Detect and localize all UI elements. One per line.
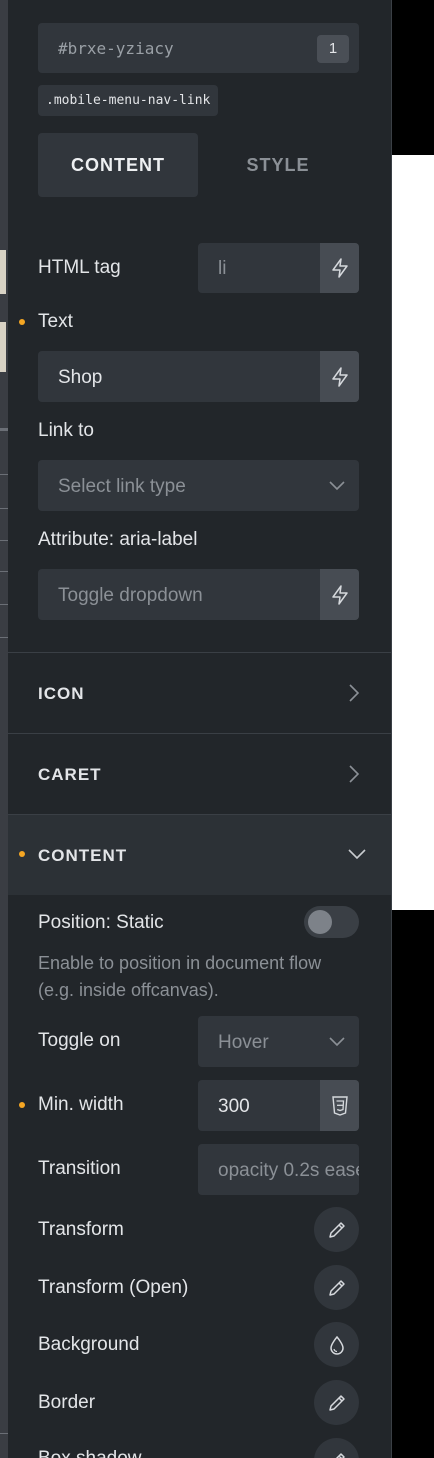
dynamic-data-button[interactable] (320, 351, 359, 402)
toggle-on-value: Hover (218, 1032, 269, 1053)
text-value: Shop (58, 367, 103, 388)
element-settings-panel: #brxe-yziacy 1 .mobile-menu-nav-link CON… (8, 0, 392, 1458)
element-id: #brxe-yziacy (58, 39, 174, 58)
canvas-mark (0, 604, 8, 605)
html-tag-label: HTML tag (38, 257, 121, 278)
section-title: CONTENT (38, 846, 128, 865)
position-label: Position: Static (38, 912, 164, 933)
section-content[interactable]: CONTENT (8, 815, 391, 895)
canvas-mark (0, 474, 8, 475)
section-title: CARET (38, 765, 102, 784)
dynamic-data-button[interactable] (320, 243, 359, 293)
canvas-block (0, 250, 6, 294)
transform-open-label: Transform (Open) (38, 1277, 189, 1298)
min-width-label: Min. width (38, 1094, 124, 1115)
transition-input[interactable]: opacity 0.2s ease (198, 1144, 359, 1195)
chevron-right-icon (349, 765, 360, 783)
modified-indicator (19, 319, 25, 325)
transform-label: Transform (38, 1219, 124, 1240)
box-shadow-edit-button[interactable] (314, 1438, 359, 1458)
border-label: Border (38, 1392, 96, 1413)
class-chip[interactable]: .mobile-menu-nav-link (38, 85, 219, 116)
min-width-value: 300 (218, 1096, 250, 1117)
transform-edit-button[interactable] (314, 1207, 359, 1252)
section-caret[interactable]: CARET (8, 734, 391, 814)
pencil-icon (328, 1394, 345, 1411)
tab-style[interactable]: STYLE (198, 133, 358, 197)
id-count-badge: 1 (317, 35, 349, 63)
dynamic-data-button[interactable] (320, 569, 359, 620)
position-toggle[interactable] (304, 906, 359, 938)
css-units-button[interactable] (320, 1080, 359, 1131)
html-tag-placeholder: li (218, 258, 227, 279)
canvas-mark (0, 1433, 8, 1434)
toggle-on-select[interactable]: Hover (198, 1016, 359, 1067)
box-shadow-label: Box shadow (38, 1448, 142, 1458)
modified-indicator (19, 851, 25, 857)
transition-placeholder: opacity 0.2s ease (218, 1160, 359, 1181)
section-icon[interactable]: ICON (8, 653, 391, 733)
modified-indicator (19, 1102, 25, 1108)
aria-label-placeholder: Toggle dropdown (58, 585, 203, 606)
section-title: ICON (38, 684, 85, 703)
toggle-knob (308, 910, 332, 934)
canvas-block (0, 322, 6, 372)
canvas-preview (392, 155, 434, 910)
canvas-mark (0, 428, 8, 431)
link-type-select[interactable]: Select link type (38, 460, 359, 511)
html-tag-input[interactable]: li (198, 243, 359, 293)
canvas-mark (0, 540, 8, 541)
chevron-down-icon (329, 1037, 345, 1047)
pencil-icon (328, 1279, 345, 1296)
canvas-edge (0, 0, 8, 1458)
aria-label-label: Attribute: aria-label (38, 529, 198, 550)
transform-open-edit-button[interactable] (314, 1265, 359, 1310)
chevron-down-icon (348, 849, 366, 860)
pencil-icon (334, 1452, 345, 1458)
link-type-placeholder: Select link type (58, 476, 186, 497)
bolt-icon (331, 258, 348, 278)
position-help: Enable to position in document flow (e.g… (38, 953, 322, 1000)
chevron-right-icon (349, 684, 360, 702)
element-id-field[interactable]: #brxe-yziacy 1 (38, 23, 359, 73)
background-edit-button[interactable] (314, 1322, 359, 1367)
border-edit-button[interactable] (314, 1380, 359, 1425)
canvas-mark (0, 571, 8, 572)
bolt-icon (331, 584, 348, 605)
css3-icon (331, 1095, 348, 1116)
aria-label-input[interactable]: Toggle dropdown (38, 569, 359, 620)
tab-content[interactable]: CONTENT (38, 133, 198, 197)
toggle-on-label: Toggle on (38, 1030, 121, 1051)
background-label: Background (38, 1334, 140, 1355)
text-input[interactable]: Shop (38, 351, 359, 402)
canvas-mark (0, 637, 8, 638)
bolt-icon (331, 366, 348, 387)
text-label: Text (38, 311, 73, 332)
min-width-input[interactable]: 300 (198, 1080, 359, 1131)
chevron-down-icon (329, 481, 345, 491)
pencil-icon (328, 1221, 345, 1238)
link-to-label: Link to (38, 420, 94, 441)
transition-label: Transition (38, 1158, 121, 1179)
droplet-icon (329, 1335, 344, 1355)
canvas-mark (0, 508, 8, 509)
